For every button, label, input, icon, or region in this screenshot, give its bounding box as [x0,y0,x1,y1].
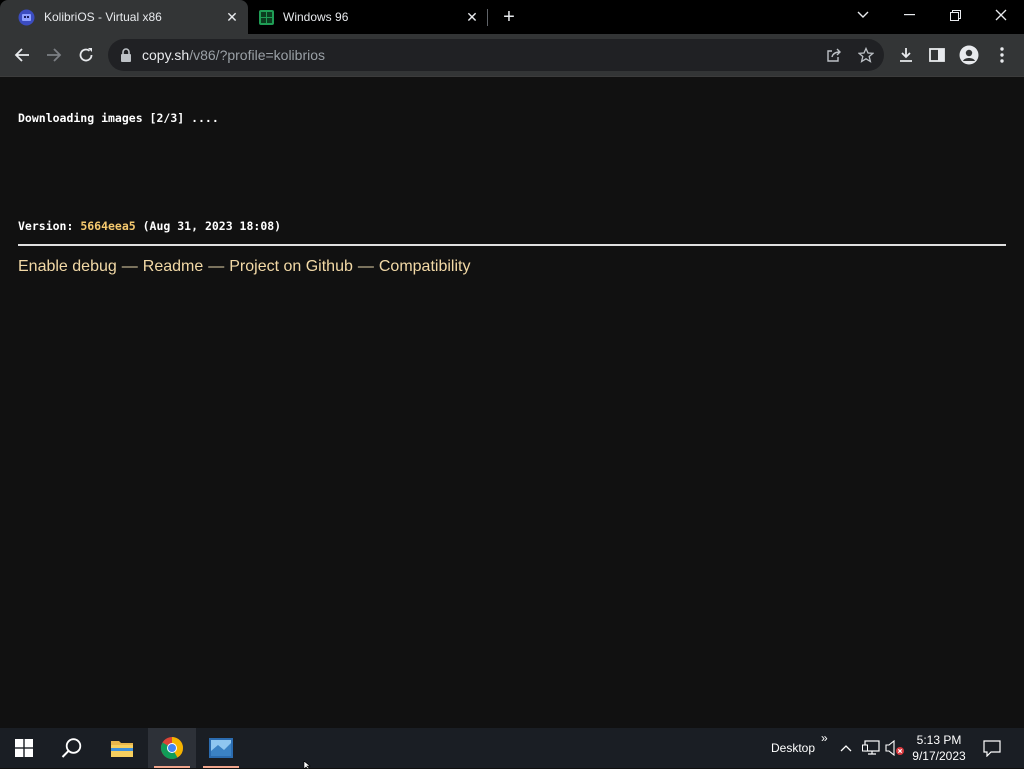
share-icon[interactable] [825,46,843,64]
tab-windows96[interactable]: Windows 96 ✕ [248,0,488,34]
v86-favicon-icon [18,9,35,26]
tab-search-chevron-down-icon[interactable] [840,0,886,30]
enable-debug-link[interactable]: Enable debug [18,258,117,275]
horizontal-rule [18,244,1006,246]
version-label: Version: [18,219,81,233]
close-window-button[interactable] [978,0,1024,30]
tab-strip: KolibriOS - Virtual x86 ✕ Windows 96 ✕ + [0,0,1024,34]
link-separator: — [121,258,138,275]
downloads-button[interactable] [892,41,920,69]
compatibility-link[interactable]: Compatibility [379,258,471,275]
forward-button[interactable] [40,41,68,69]
menu-kebab-icon[interactable] [988,41,1016,69]
url-host: copy.sh [142,47,190,63]
start-button[interactable] [0,728,48,768]
tab-title: Windows 96 [283,10,349,24]
taskbar-clock[interactable]: 5:13 PM 9/17/2023 [905,732,973,764]
clock-time: 5:13 PM [916,733,962,747]
toolbar-overflow-chevron-icon[interactable]: » [821,731,828,745]
link-separator: — [357,258,374,275]
volume-muted-icon[interactable] [884,728,906,768]
close-tab-icon[interactable]: ✕ [464,9,480,25]
search-button[interactable] [48,728,96,768]
new-tab-button[interactable]: + [498,7,520,27]
lock-icon[interactable] [120,48,134,62]
folder-icon [111,741,133,757]
link-separator: — [208,258,225,275]
chrome-icon [161,737,183,759]
readme-link[interactable]: Readme [143,258,203,275]
clock-date: 9/17/2023 [912,749,966,763]
reload-button[interactable] [72,41,100,69]
footer-links: Enable debug — Readme — Project on Github — Co… [18,258,470,276]
windows-logo-icon [15,739,33,757]
tab-kolibrios[interactable]: KolibriOS - Virtual x86 ✕ [0,0,248,34]
side-panel-button[interactable] [923,41,951,69]
windows-taskbar: Desktop » 5:13 PM 9/17/2023 [0,728,1024,768]
browser-window: KolibriOS - Virtual x86 ✕ Windows 96 ✕ + [0,0,1024,728]
file-explorer-button[interactable] [98,728,146,768]
app-taskbar-button[interactable] [197,728,245,768]
profile-avatar-icon[interactable] [955,41,983,69]
monitor-app-icon [209,738,233,758]
url-path: /v86/?profile=kolibrios [189,47,326,63]
network-icon[interactable] [860,728,882,768]
desktop-toolbar-label[interactable]: Desktop [771,741,815,755]
loading-status: Downloading images [2/3] .... [18,111,219,125]
browser-toolbar: copy.sh/v86/?profile=kolibrios [0,34,1024,76]
back-button[interactable] [8,41,36,69]
minimize-button[interactable] [886,0,932,30]
tab-title: KolibriOS - Virtual x86 [44,10,162,24]
bookmark-star-icon[interactable] [857,46,875,64]
version-line: Version: 5664eea5 (Aug 31, 2023 18:08) [18,219,281,233]
address-bar[interactable]: copy.sh/v86/?profile=kolibrios [108,39,884,71]
tab-separator [487,9,488,26]
version-hash-link[interactable]: 5664eea5 [80,219,135,233]
chrome-taskbar-button[interactable] [148,728,196,768]
restore-button[interactable] [932,0,978,30]
version-date: (Aug 31, 2023 18:08) [135,219,282,233]
close-tab-icon[interactable]: ✕ [224,9,240,25]
search-icon [61,738,82,758]
url-text[interactable]: copy.sh/v86/?profile=kolibrios [142,47,325,63]
notifications-icon[interactable] [978,728,1006,768]
github-project-link[interactable]: Project on Github [229,258,353,275]
show-hidden-icons-chevron-up-icon[interactable] [836,728,856,768]
windows96-favicon-icon [258,9,275,26]
page-content: Downloading images [2/3] .... Version: 5… [0,77,1024,728]
